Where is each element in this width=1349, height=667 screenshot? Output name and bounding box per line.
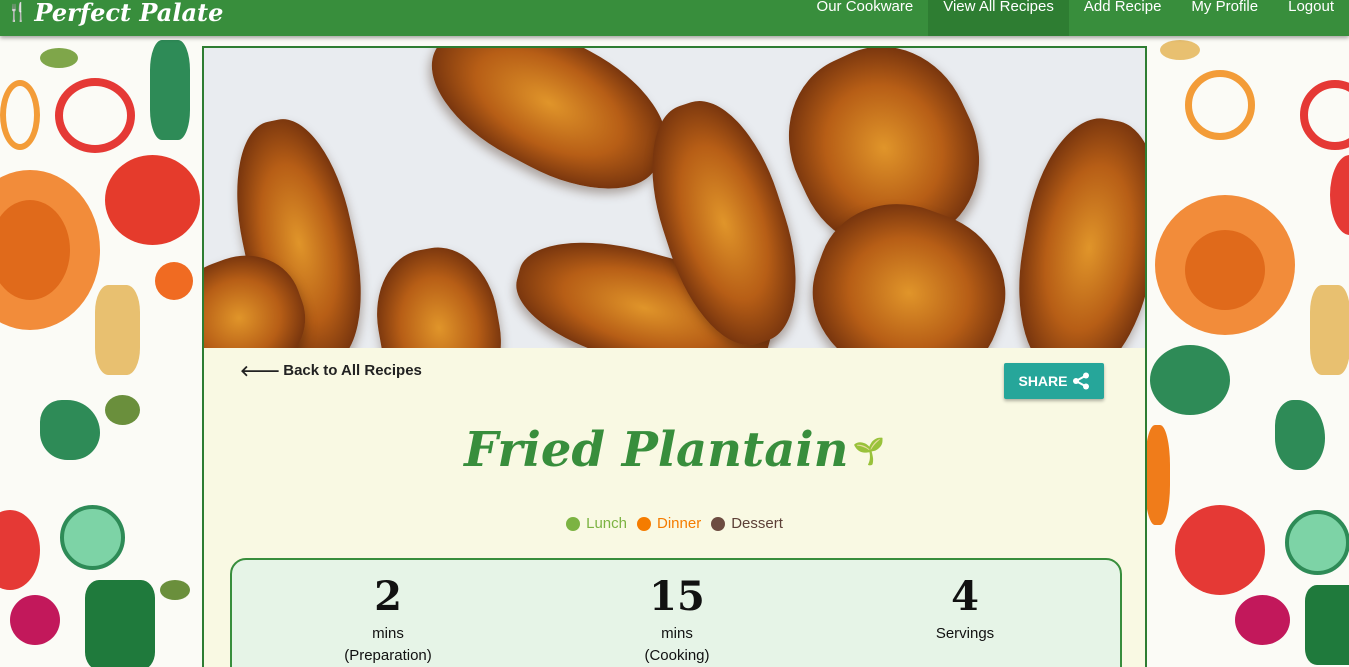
servings-label: Servings [935, 625, 995, 642]
recipe-hero-image [204, 48, 1145, 348]
back-link-label: Back to All Recipes [283, 362, 422, 379]
share-button[interactable]: SHARE [1004, 363, 1104, 399]
meal-tags: Lunch Dinner Dessert [204, 515, 1145, 532]
tag-dessert-label: Dessert [731, 515, 783, 532]
tag-lunch-label: Lunch [586, 515, 627, 532]
cook-time-value: 15 [649, 573, 705, 620]
arrow-left-icon: 🡐 [240, 363, 281, 380]
nav-logout[interactable]: Logout [1273, 0, 1349, 36]
nav-links: Our Cookware View All Recipes Add Recipe… [802, 0, 1349, 36]
tag-dinner: Dinner [637, 515, 701, 532]
dinner-dot-icon [637, 516, 651, 531]
cook-time-label: (Cooking) [644, 647, 710, 664]
prep-time-label: (Preparation) [344, 647, 432, 664]
lunch-dot-icon [566, 516, 581, 531]
dessert-dot-icon [711, 516, 726, 531]
brand-logo[interactable]: 🍴 Perfect Palate [6, 0, 223, 30]
recipe-stats-panel: 2 mins (Preparation) 15 mins (Cooking) 4… [230, 558, 1122, 667]
nav-add-recipe[interactable]: Add Recipe [1069, 0, 1177, 36]
share-label: SHARE [1018, 373, 1068, 389]
cook-time-unit: mins [661, 625, 693, 642]
share-icon [1072, 372, 1089, 390]
prep-time-stat: 2 mins (Preparation) [288, 574, 488, 666]
top-navbar: 🍴 Perfect Palate Our Cookware View All R… [0, 0, 1349, 36]
prep-time-unit: mins [372, 625, 404, 642]
tag-dinner-label: Dinner [657, 515, 702, 532]
recipe-card: 🡐 Back to All Recipes SHARE Fried Planta… [202, 46, 1147, 667]
back-to-recipes-link[interactable]: 🡐 Back to All Recipes [240, 361, 422, 380]
recipe-title: Fried Plantain 🌱 [204, 422, 1145, 478]
cook-time-stat: 15 mins (Cooking) [577, 574, 777, 666]
nav-my-profile[interactable]: My Profile [1176, 0, 1273, 36]
brand-name: Perfect Palate [34, 0, 224, 27]
servings-value: 4 [951, 573, 979, 620]
sprout-icon: 🌱 [852, 437, 885, 467]
nav-our-cookware[interactable]: Our Cookware [802, 0, 929, 36]
tag-dessert: Dessert [711, 515, 783, 532]
fork-icon: 🍴 [6, 1, 29, 23]
prep-time-value: 2 [374, 573, 402, 620]
tag-lunch: Lunch [566, 515, 627, 532]
servings-stat: 4 Servings [865, 574, 1065, 644]
recipe-title-text: Fried Plantain [464, 422, 849, 478]
nav-view-all-recipes[interactable]: View All Recipes [928, 0, 1069, 36]
